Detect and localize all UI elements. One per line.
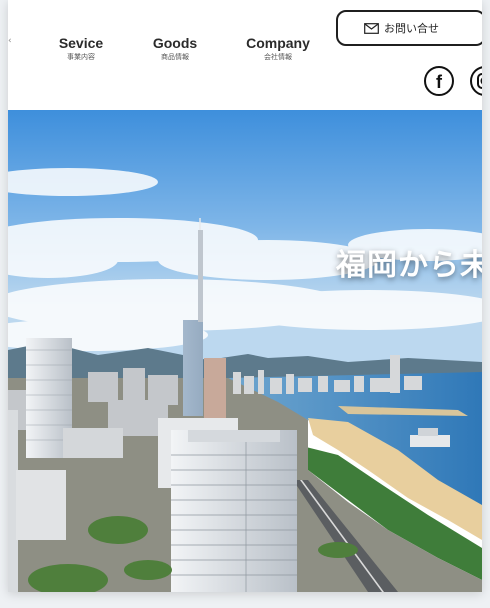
nav-item-company[interactable]: Company 会社情報: [246, 35, 310, 62]
nav-item-goods[interactable]: Goods 商品情報: [152, 35, 198, 62]
site-header: ‹ Sevice 事業内容 Goods 商品情報 Company 会社情報 お問…: [8, 0, 482, 110]
hero-city-photo: [8, 110, 482, 592]
facebook-icon[interactable]: f: [424, 66, 454, 96]
svg-text:f: f: [436, 72, 443, 92]
mail-icon: [364, 22, 379, 34]
instagram-icon[interactable]: [470, 66, 482, 96]
hero-section: 福岡から未: [8, 110, 482, 592]
nav-item-service[interactable]: Sevice 事業内容: [58, 35, 104, 62]
page-frame: ‹ Sevice 事業内容 Goods 商品情報 Company 会社情報 お問…: [8, 0, 482, 592]
contact-button[interactable]: お問い合せ: [336, 10, 482, 46]
nav-item-sublabel: 商品情報: [161, 53, 189, 61]
contact-button-label: お問い合せ: [384, 22, 439, 35]
nav-item-sublabel: 事業内容: [67, 53, 95, 61]
nav-item-label: Sevice: [58, 35, 104, 51]
nav-item-label: Goods: [152, 35, 198, 51]
nav-item-label: Company: [246, 35, 310, 51]
scroll-left-indicator-icon: ‹: [8, 36, 12, 46]
hero-title: 福岡から未: [336, 248, 482, 283]
nav-item-sublabel: 会社情報: [264, 53, 292, 61]
